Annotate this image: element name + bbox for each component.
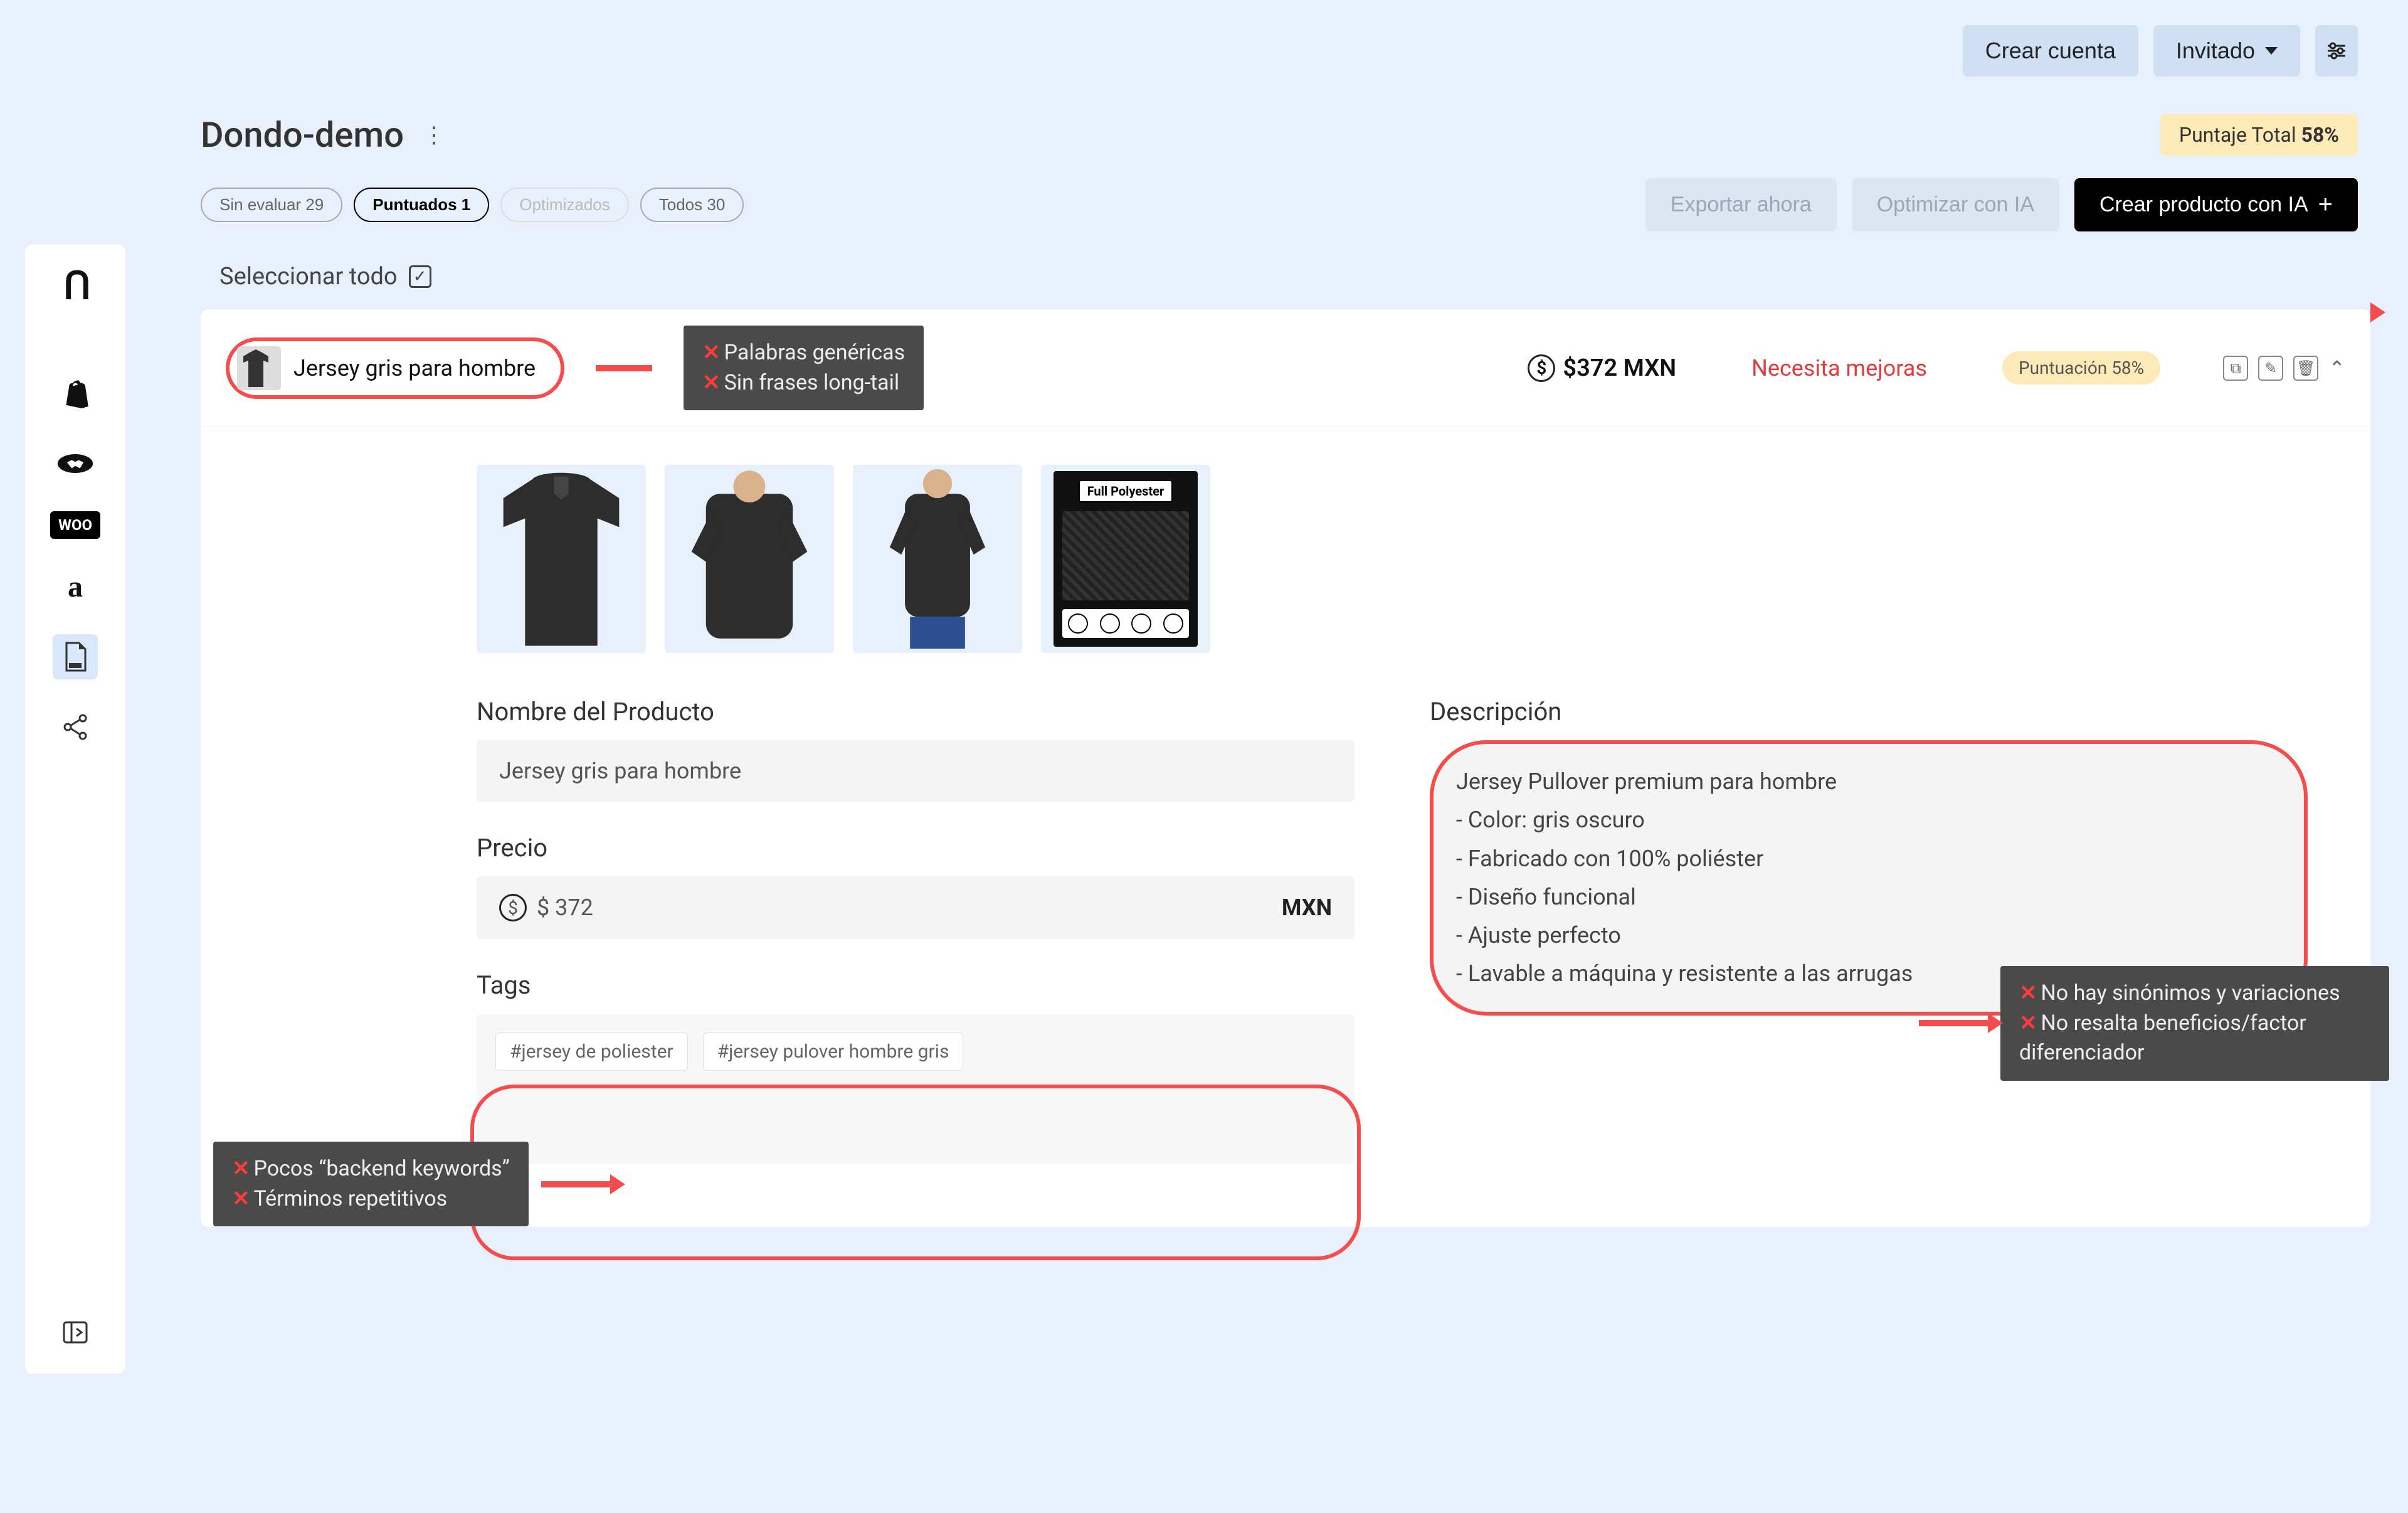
create-product-ai-button[interactable]: Crear producto con IA + [2074, 178, 2358, 231]
tag-chip[interactable]: #jersey de poliester [495, 1033, 688, 1071]
export-now-button[interactable]: Exportar ahora [1645, 178, 1837, 231]
optimize-ai-button[interactable]: Optimizar con IA [1852, 178, 2059, 231]
share-icon[interactable] [53, 704, 98, 750]
desc-line: - Color: gris oscuro [1456, 801, 2281, 839]
tags-tooltip: ✕Pocos “backend keywords” ✕Términos repe… [213, 1142, 529, 1226]
sidebar: ᑎ WOO a [25, 245, 125, 1374]
product-gallery: Full Polyester [477, 465, 2308, 653]
field-price-value[interactable]: $ $ 372 MXN [477, 876, 1354, 939]
delete-icon[interactable]: 🗑 [2293, 356, 2318, 381]
full-polyester-label: Full Polyester [1079, 480, 1173, 502]
field-label-tags: Tags [477, 970, 1354, 1000]
product-title-highlight: Jersey gris para hombre [226, 337, 564, 399]
guest-label: Invitado [2176, 38, 2255, 64]
pill-scored[interactable]: Puntuados 1 [354, 188, 489, 222]
handshake-icon[interactable] [53, 441, 98, 486]
create-account-button[interactable]: Crear cuenta [1963, 25, 2138, 77]
amazon-icon[interactable]: a [53, 564, 98, 609]
dollar-icon: $ [499, 894, 527, 921]
guest-dropdown[interactable]: Invitado [2153, 25, 2300, 77]
product-name-tooltip: ✕Palabras genéricas ✕Sin frases long-tai… [684, 326, 924, 410]
field-label-desc: Descripción [1430, 697, 2308, 726]
desc-line: - Diseño funcional [1456, 878, 2281, 916]
product-name: Jersey gris para hombre [293, 355, 536, 381]
desc-line: - Fabricado con 100% poliéster [1456, 840, 2281, 878]
desc-line: - Ajuste perfecto [1456, 916, 2281, 955]
gallery-image-3[interactable] [853, 465, 1022, 653]
product-score-pill: Puntuación 58% [2002, 351, 2160, 385]
product-card: Jersey gris para hombre ✕Palabras genéri… [201, 309, 2370, 1227]
field-name-value[interactable]: Jersey gris para hombre [477, 740, 1354, 802]
shopify-icon[interactable] [53, 371, 98, 416]
copy-icon[interactable]: ⧉ [2223, 356, 2248, 381]
csv-icon[interactable] [53, 634, 98, 679]
pill-all[interactable]: Todos 30 [640, 188, 744, 222]
pill-unevaluated[interactable]: Sin evaluar 29 [201, 188, 342, 222]
pill-optimized[interactable]: Optimizados [500, 188, 629, 222]
filter-pills: Sin evaluar 29 Puntuados 1 Optimizados T… [201, 188, 744, 222]
app-logo: ᑎ [63, 263, 87, 308]
chevron-down-icon [2265, 47, 2278, 55]
checkbox-icon [409, 265, 431, 288]
desc-line: Jersey Pullover premium para hombre [1456, 763, 2281, 801]
gallery-image-2[interactable] [665, 465, 834, 653]
edit-icon[interactable]: ✎ [2258, 356, 2283, 381]
dollar-icon: $ [1528, 354, 1555, 382]
gallery-image-4[interactable]: Full Polyester [1041, 465, 1210, 653]
total-score-badge: Puntaje Total 58% [2160, 114, 2358, 156]
product-price: $ $372 MXN [1528, 354, 1676, 382]
top-actions: Crear cuenta Invitado [201, 25, 2370, 77]
gallery-image-1[interactable] [477, 465, 646, 653]
expand-sidebar-icon[interactable] [53, 1310, 98, 1355]
plus-icon: + [2318, 191, 2333, 219]
field-label-price: Precio [477, 833, 1354, 863]
settings-button[interactable] [2315, 25, 2358, 77]
woocommerce-icon[interactable]: WOO [50, 511, 100, 539]
product-thumb [237, 346, 281, 390]
product-status: Necesita mejoras [1751, 355, 1927, 381]
collapse-icon[interactable]: ⌃ [2328, 356, 2345, 380]
page-title: Dondo-demo [201, 114, 404, 156]
more-menu-icon[interactable]: ⋮ [423, 122, 446, 148]
product-header-row: Jersey gris para hombre ✕Palabras genéri… [201, 309, 2370, 427]
tag-chip[interactable]: #jersey pulover hombre gris [703, 1033, 964, 1071]
field-label-name: Nombre del Producto [477, 697, 1354, 726]
select-all-toggle[interactable]: Seleccionar todo [201, 263, 2370, 290]
desc-tooltip: ✕No hay sinónimos y variaciones ✕No resa… [2000, 966, 2389, 1081]
